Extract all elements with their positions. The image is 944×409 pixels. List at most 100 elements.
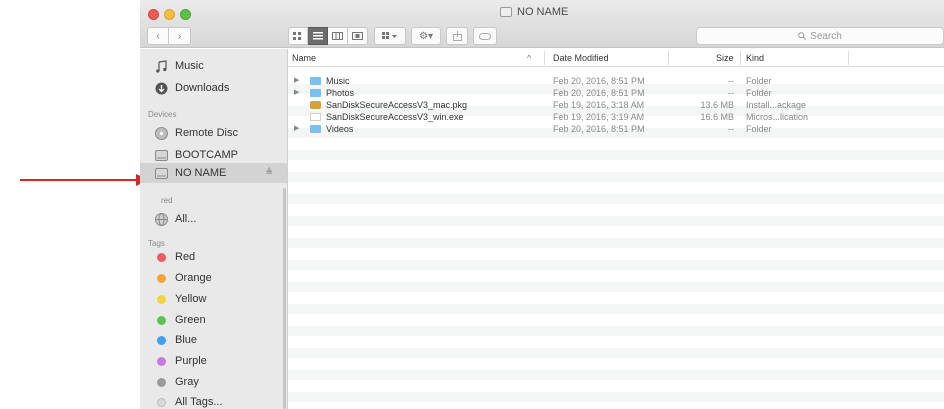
file-size: 13.6 MB [700, 100, 734, 110]
table-row[interactable]: ▶ Photos Feb 20, 2016, 8:51 PM -- Folder [288, 88, 944, 99]
file-size: -- [728, 88, 734, 98]
arrange-button[interactable] [374, 27, 406, 45]
yellow-tag-dot-icon [156, 294, 166, 304]
sidebar-item-label: Orange [175, 272, 212, 284]
minimize-button[interactable] [164, 9, 175, 20]
list-view-button[interactable] [308, 27, 328, 45]
column-divider[interactable] [740, 51, 741, 65]
search-icon [798, 32, 807, 40]
row-stripe [288, 370, 944, 380]
sidebar-item-shared-all[interactable]: All... [140, 209, 287, 229]
sidebar-tag-blue[interactable]: Blue [140, 330, 287, 350]
finder-window: NO NAME ‹ › ⚙▾ Search Music Downloads De… [140, 0, 944, 409]
file-name: SanDiskSecureAccessV3_win.exe [326, 112, 464, 122]
file-name: Videos [326, 124, 354, 134]
sidebar-item-remote-disc[interactable]: Remote Disc [140, 123, 287, 143]
list-icon [312, 32, 323, 40]
row-stripe [288, 326, 944, 336]
row-stripe [288, 348, 944, 358]
file-kind: Folder [746, 88, 772, 98]
column-divider[interactable] [848, 51, 849, 65]
folder-icon [310, 89, 321, 97]
zoom-button[interactable] [180, 9, 191, 20]
disclosure-triangle-icon[interactable]: ▶ [294, 124, 299, 132]
package-icon [310, 101, 321, 109]
file-date: Feb 20, 2016, 8:51 PM [553, 124, 645, 134]
window-title: NO NAME [500, 6, 568, 18]
eject-icon[interactable]: ≜ [265, 167, 273, 178]
sidebar-item-music[interactable]: Music [140, 56, 287, 76]
sidebar-tag-orange[interactable]: Orange [140, 268, 287, 288]
column-view-button[interactable] [328, 27, 348, 45]
document-icon [310, 113, 321, 121]
action-button[interactable]: ⚙▾ [411, 27, 441, 45]
shared-heading: red [161, 196, 173, 205]
row-stripe [288, 216, 944, 226]
column-date-header[interactable]: Date Modified [553, 53, 609, 63]
table-row[interactable]: ▶ Videos Feb 20, 2016, 8:51 PM -- Folder [288, 124, 944, 135]
column-divider[interactable] [668, 51, 669, 65]
row-stripe [288, 282, 944, 292]
sidebar-item-label: BOOTCAMP [175, 149, 238, 161]
view-mode-control [288, 27, 368, 45]
icon-view-button[interactable] [288, 27, 308, 45]
disc-icon [154, 126, 168, 140]
column-divider[interactable] [544, 51, 545, 65]
table-row[interactable]: SanDiskSecureAccessV3_mac.pkg Feb 19, 20… [288, 100, 944, 111]
back-button[interactable]: ‹ [147, 27, 169, 45]
edit-tags-button[interactable] [473, 27, 497, 45]
sidebar-tag-yellow[interactable]: Yellow [140, 289, 287, 309]
red-tag-dot-icon [156, 252, 166, 262]
sidebar-item-no-name[interactable]: NO NAME ≜ [140, 163, 287, 183]
file-name: Photos [326, 88, 355, 98]
row-stripe [288, 150, 944, 160]
chevron-left-icon: ‹ [156, 30, 160, 42]
sort-ascending-icon: ^ [527, 53, 532, 63]
disclosure-triangle-icon[interactable]: ▶ [294, 76, 299, 84]
green-tag-dot-icon [156, 315, 166, 325]
sidebar-item-downloads[interactable]: Downloads [140, 78, 287, 98]
tag-icon [479, 32, 491, 40]
window-title-label: NO NAME [517, 6, 569, 18]
sidebar-item-bootcamp[interactable]: BOOTCAMP [140, 145, 287, 165]
share-button[interactable] [446, 27, 468, 45]
close-button[interactable] [148, 9, 159, 20]
table-row[interactable]: SanDiskSecureAccessV3_win.exe Feb 19, 20… [288, 112, 944, 123]
disclosure-triangle-icon[interactable]: ▶ [294, 88, 299, 96]
sidebar-item-label: Yellow [175, 293, 207, 305]
gray-tag-dot-icon [156, 377, 166, 387]
forward-button[interactable]: › [169, 27, 191, 45]
sidebar-item-label: Remote Disc [175, 127, 238, 139]
search-field[interactable]: Search [696, 27, 944, 45]
sidebar-tag-gray[interactable]: Gray [140, 372, 287, 392]
chevron-right-icon: › [177, 30, 182, 42]
file-name: SanDiskSecureAccessV3_mac.pkg [326, 100, 468, 110]
column-kind-header[interactable]: Kind [746, 53, 764, 63]
folder-icon [310, 77, 321, 85]
sidebar-item-label: Green [175, 314, 206, 326]
cover-flow-view-button[interactable] [348, 27, 368, 45]
arrange-grid-icon [382, 32, 397, 39]
row-stripe [288, 392, 944, 402]
table-row[interactable]: ▶ Music Feb 20, 2016, 8:51 PM -- Folder [288, 76, 944, 87]
column-size-header[interactable]: Size [716, 53, 734, 63]
sidebar-item-label: Music [175, 60, 204, 72]
column-header: Name ^ Date Modified Size Kind [288, 49, 944, 67]
columns-icon [332, 32, 343, 40]
row-stripe [288, 238, 944, 248]
sidebar-tag-green[interactable]: Green [140, 310, 287, 330]
titlebar: NO NAME ‹ › ⚙▾ Search [140, 0, 944, 48]
all-tags-dot-icon [156, 397, 166, 407]
file-kind: Folder [746, 76, 772, 86]
grid-icon [293, 32, 301, 40]
sidebar-scrollbar[interactable] [283, 188, 286, 409]
column-name-header[interactable]: Name [292, 53, 316, 63]
gear-icon: ⚙▾ [419, 30, 433, 42]
sidebar-tag-all-tags[interactable]: All Tags... [140, 392, 287, 409]
sidebar-tag-purple[interactable]: Purple [140, 351, 287, 371]
annotation-arrow [20, 174, 149, 186]
sidebar-tag-red[interactable]: Red [140, 247, 287, 267]
purple-tag-dot-icon [156, 356, 166, 366]
file-size: -- [728, 124, 734, 134]
row-stripe [288, 260, 944, 270]
